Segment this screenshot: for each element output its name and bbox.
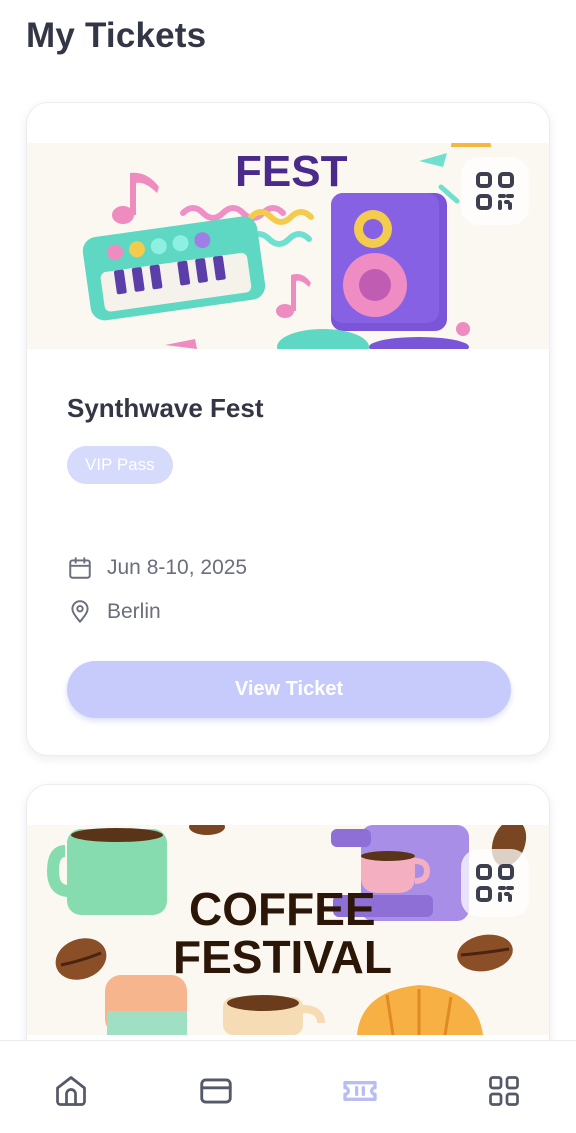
page-title: My Tickets <box>26 16 207 55</box>
event-banner-image: FEST <box>27 143 549 349</box>
bottom-navigation <box>0 1040 576 1133</box>
ticket-card[interactable]: FEST Synthwave Fest VIP Pass Jun 8-10, 2… <box>26 102 550 756</box>
card-icon <box>200 1078 232 1104</box>
banner-festival-text: FESTIVAL <box>173 931 392 983</box>
location-pin-icon <box>71 600 89 623</box>
ticket-icon <box>343 1081 377 1101</box>
nav-home[interactable] <box>51 1071 91 1111</box>
nav-tickets[interactable] <box>340 1071 380 1111</box>
banner-fest-text: FEST <box>235 147 348 196</box>
qr-code-icon[interactable] <box>461 849 529 917</box>
home-icon <box>56 1076 86 1106</box>
event-title: Synthwave Fest <box>67 393 264 423</box>
nav-cards[interactable] <box>196 1071 236 1111</box>
grid-icon <box>489 1076 519 1106</box>
pass-type-badge: VIP Pass <box>67 446 173 484</box>
banner-coffee-text: COFFEE <box>189 883 376 935</box>
event-date-text: Jun 8-10, 2025 <box>107 556 248 579</box>
event-location-text: Berlin <box>107 600 161 623</box>
event-location: Berlin <box>67 599 161 625</box>
event-date: Jun 8-10, 2025 <box>67 555 247 581</box>
qr-code-icon[interactable] <box>461 157 529 225</box>
view-ticket-button[interactable]: View Ticket <box>67 661 511 718</box>
event-banner-image: COFFEE FESTIVAL <box>27 825 549 1035</box>
nav-more[interactable] <box>484 1071 524 1111</box>
ticket-card[interactable]: COFFEE FESTIVAL <box>26 784 550 1084</box>
calendar-icon <box>69 557 91 579</box>
